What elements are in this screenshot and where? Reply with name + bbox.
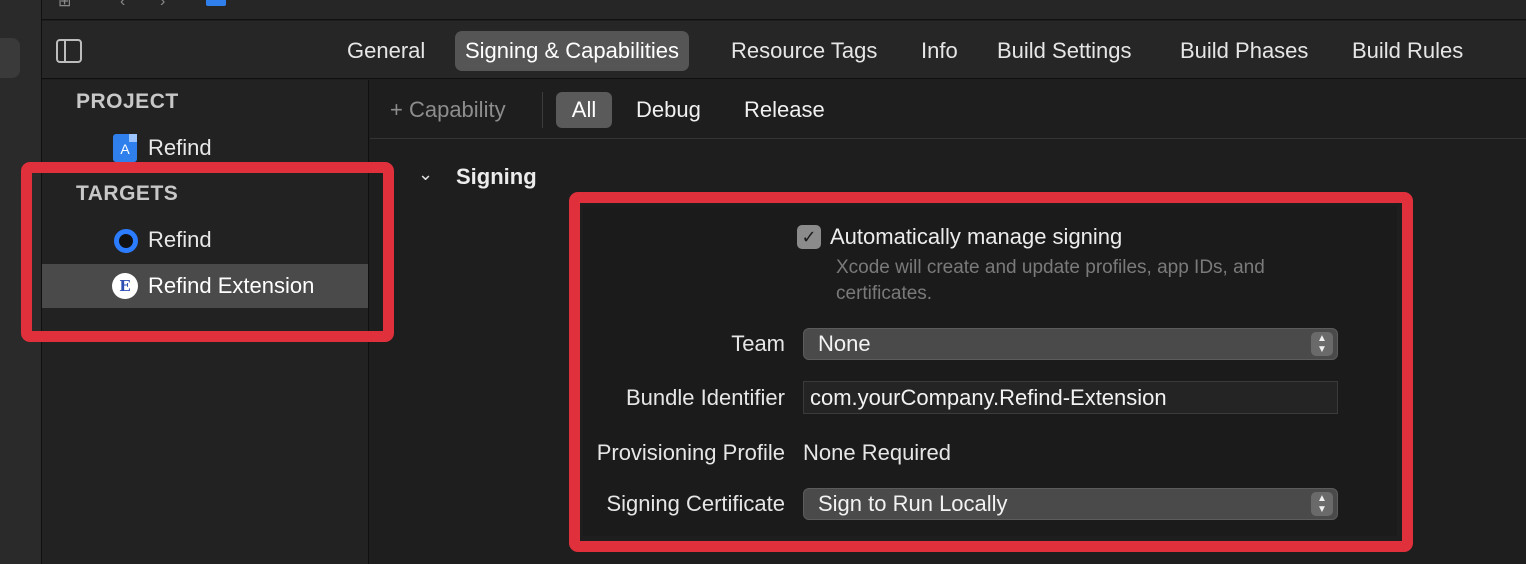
- chevron-down-icon[interactable]: ⌄: [418, 163, 440, 185]
- grid-icon[interactable]: ⊞: [58, 0, 71, 10]
- filter-all-button[interactable]: All: [556, 92, 612, 128]
- tab-build-settings[interactable]: Build Settings: [987, 31, 1142, 71]
- activity-strip-item[interactable]: [0, 38, 20, 78]
- filter-debug-button[interactable]: Debug: [636, 92, 701, 128]
- tab-resource-tags[interactable]: Resource Tags: [721, 31, 887, 71]
- tab-build-phases[interactable]: Build Phases: [1170, 31, 1318, 71]
- window-toolbar: [42, 0, 1526, 20]
- forward-chevron-icon[interactable]: ›: [160, 0, 165, 10]
- tab-general[interactable]: General: [337, 31, 435, 71]
- targets-highlight-box: [21, 162, 394, 342]
- project-file-icon[interactable]: [206, 0, 226, 6]
- filter-release-button[interactable]: Release: [744, 92, 825, 128]
- back-chevron-icon[interactable]: ‹: [120, 0, 125, 10]
- add-capability-button[interactable]: + Capability: [390, 92, 506, 128]
- app-project-icon: A: [113, 134, 137, 162]
- tab-signing-capabilities[interactable]: Signing & Capabilities: [455, 31, 690, 71]
- project-section-title: PROJECT: [76, 90, 179, 113]
- signing-section-title[interactable]: Signing: [456, 164, 537, 190]
- tab-info[interactable]: Info: [911, 31, 968, 71]
- signing-highlight-box: [569, 192, 1413, 552]
- sidebar-toggle-icon[interactable]: [56, 39, 82, 63]
- tab-build-rules[interactable]: Build Rules: [1342, 31, 1473, 71]
- filter-divider: [542, 92, 543, 128]
- filter-bar-divider: [370, 138, 1526, 139]
- sidebar-item-project-refind[interactable]: Refind: [148, 135, 212, 161]
